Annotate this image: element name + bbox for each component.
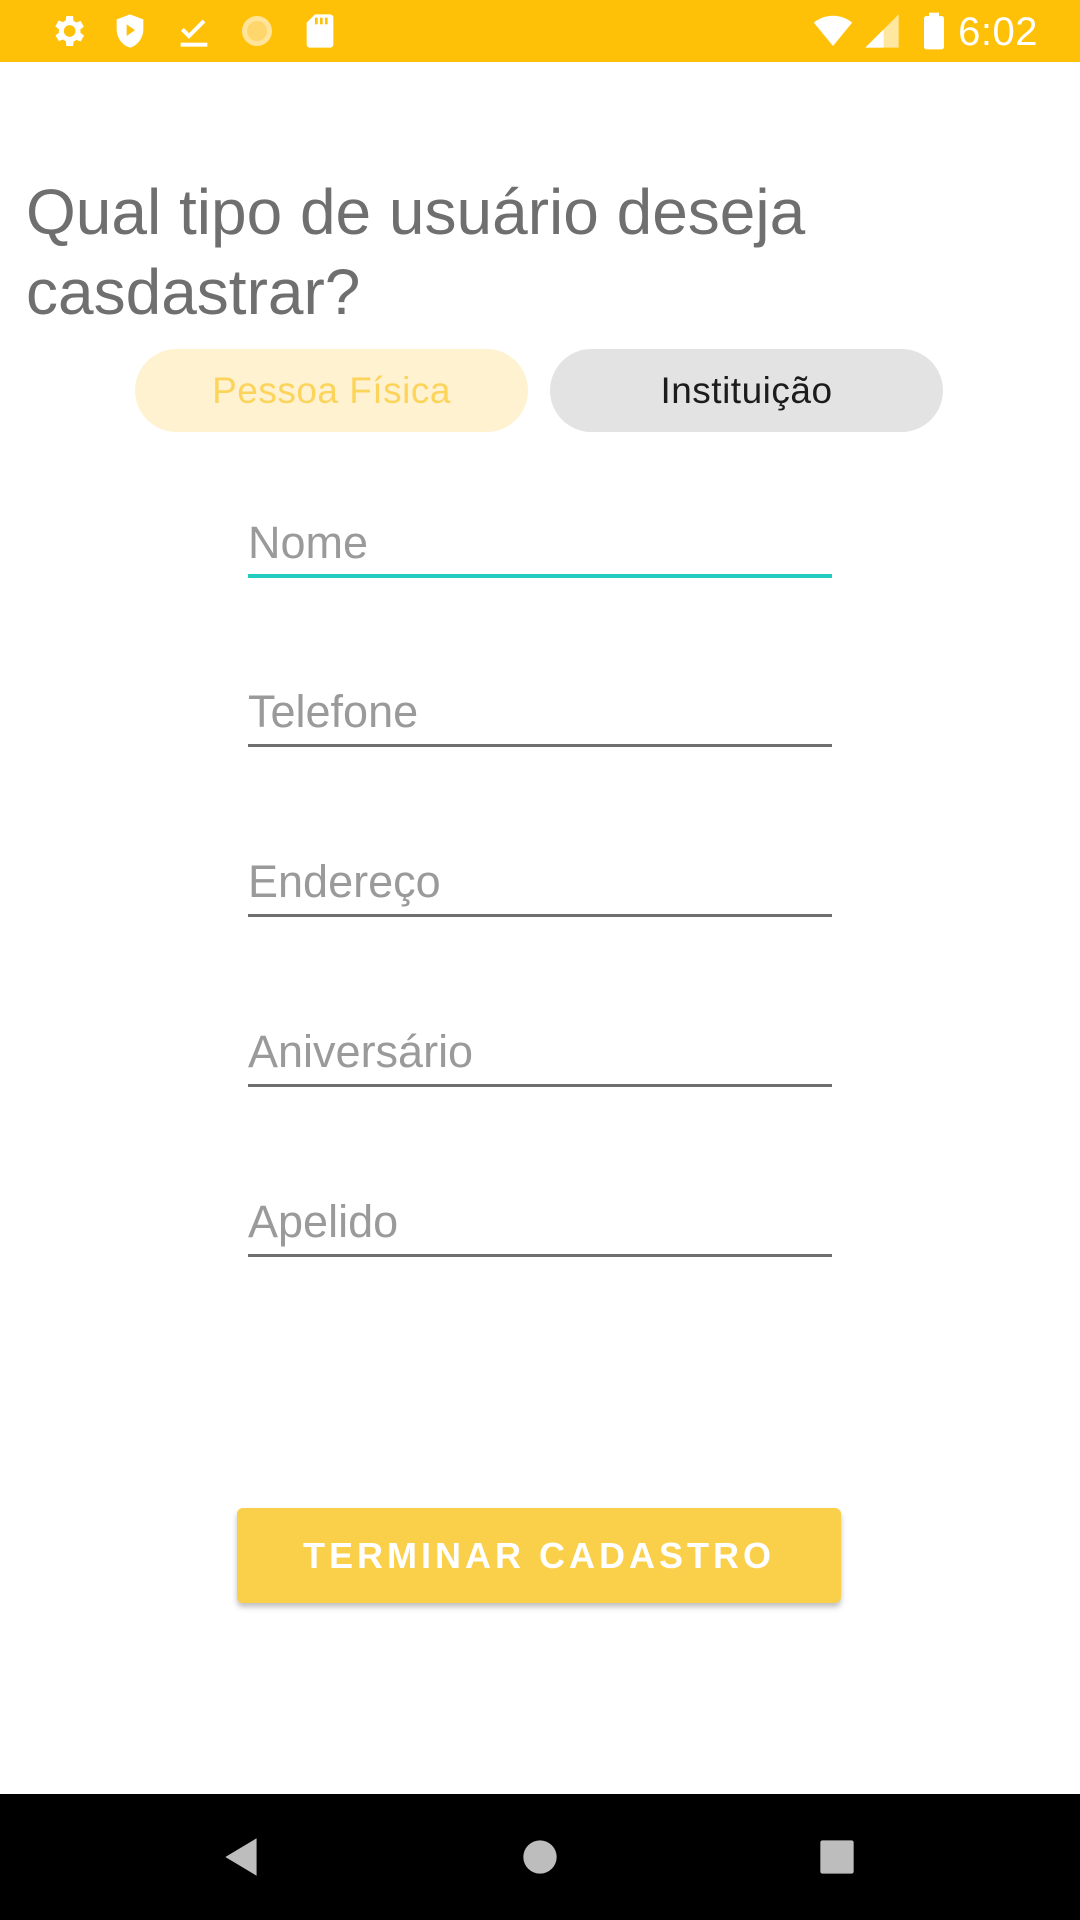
- screen: 6:02 Qual tipo de usuário deseja casdast…: [0, 0, 1080, 1920]
- apelido-field[interactable]: Apelido: [248, 1187, 832, 1257]
- nome-placeholder: Nome: [248, 517, 369, 568]
- instituicao-label: Instituição: [660, 369, 833, 411]
- download-done-icon: [174, 11, 214, 51]
- endereco-placeholder: Endereço: [248, 856, 441, 907]
- status-bar: 6:02: [0, 0, 1080, 62]
- sun-icon: [237, 11, 277, 51]
- navigation-bar: [0, 1794, 1080, 1920]
- instituicao-toggle[interactable]: Instituição: [550, 349, 943, 432]
- pessoa-fisica-label: Pessoa Física: [212, 369, 451, 411]
- shield-play-icon: [110, 11, 150, 51]
- recents-square-icon[interactable]: [812, 1832, 862, 1882]
- telefone-placeholder: Telefone: [248, 686, 419, 737]
- wifi-icon: [810, 11, 856, 51]
- nome-field[interactable]: Nome: [248, 508, 832, 578]
- aniversario-field[interactable]: Aniversário: [248, 1017, 832, 1087]
- cell-signal-icon: [862, 11, 902, 51]
- telefone-field[interactable]: Telefone: [248, 677, 832, 747]
- apelido-placeholder: Apelido: [248, 1196, 399, 1247]
- battery-icon: [914, 11, 954, 51]
- back-triangle-icon[interactable]: [217, 1832, 267, 1882]
- aniversario-placeholder: Aniversário: [248, 1026, 474, 1077]
- home-circle-icon[interactable]: [515, 1832, 565, 1882]
- pessoa-fisica-toggle[interactable]: Pessoa Física: [135, 349, 528, 432]
- status-time: 6:02: [958, 10, 1038, 54]
- terminar-cadastro-button[interactable]: TERMINAR CADASTRO: [237, 1508, 841, 1603]
- sd-card-icon: [300, 11, 340, 51]
- terminar-cadastro-label: TERMINAR CADASTRO: [303, 1534, 775, 1576]
- page-title: Qual tipo de usuário deseja casdastrar?: [26, 176, 806, 328]
- endereco-field[interactable]: Endereço: [248, 847, 832, 917]
- gear-icon: [48, 11, 88, 51]
